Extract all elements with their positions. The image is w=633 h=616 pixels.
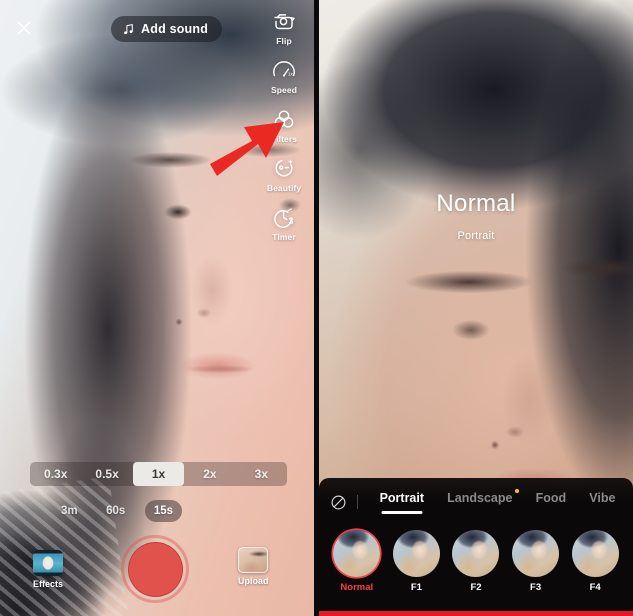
duration-option-15s[interactable]: 15s: [144, 499, 182, 522]
svg-text:1x: 1x: [288, 72, 294, 77]
effects-label: Effects: [33, 579, 64, 589]
upload-label: Upload: [238, 576, 269, 586]
effects-button[interactable]: Effects: [33, 550, 63, 589]
upload-thumbnail-icon: [238, 547, 269, 573]
rail-label-beautify: Beautify: [266, 183, 302, 193]
three-circles-filter-icon: [274, 110, 294, 128]
music-note-icon: [124, 23, 133, 34]
rail-item-beautify[interactable]: Beautify: [260, 155, 308, 193]
filter-thumbnail-f3: [512, 530, 560, 577]
tab-food-label: Food: [535, 490, 567, 505]
rail-label-speed: Speed: [270, 85, 297, 95]
svg-text:3: 3: [289, 216, 294, 226]
speedometer-icon: 1x: [273, 61, 295, 77]
rail-item-speed[interactable]: 1x Speed: [260, 57, 308, 95]
timer-3-icon: 3: [274, 208, 294, 228]
current-filter-category: Portrait: [457, 230, 495, 242]
filter-item-f4[interactable]: F4: [570, 530, 620, 593]
tab-portrait-label: Portrait: [379, 490, 425, 505]
duration-option-60s[interactable]: 60s: [97, 500, 134, 522]
zoom-option-3x[interactable]: 3x: [236, 462, 287, 486]
add-sound-button[interactable]: Add sound: [111, 16, 223, 42]
tab-landscape-label: Landscape: [447, 490, 513, 505]
beautify-face-icon: [275, 159, 293, 177]
filter-label-f2: F2: [470, 582, 482, 593]
zoom-level-selector[interactable]: 0.3x 0.5x 1x 2x 3x: [30, 462, 287, 486]
camera-capture-screen: Add sound Flip 1x Speed Filters Beautify…: [0, 0, 314, 616]
filter-category-tabs: Portrait Landscape Food Vibe: [319, 484, 633, 520]
filter-thumbnail-f1: [392, 530, 440, 577]
rail-item-timer[interactable]: 3 Timer: [260, 204, 308, 242]
filter-thumbnail-list: Normal F1 F2 F3 F4: [319, 530, 633, 608]
filter-item-f1[interactable]: F1: [391, 530, 441, 593]
filter-panel: Portrait Landscape Food Vibe Normal F1 F…: [319, 478, 633, 616]
zoom-option-0.3x[interactable]: 0.3x: [30, 462, 81, 486]
filter-label-f3: F3: [530, 582, 542, 593]
filter-picker-screen: Normal Portrait Portrait Landscape Food …: [319, 0, 633, 616]
record-button-core: [127, 541, 183, 597]
filter-thumbnail-f2: [452, 530, 500, 577]
zoom-option-0.5x[interactable]: 0.5x: [81, 462, 132, 486]
duration-selector[interactable]: 3m 60s 15s: [52, 497, 182, 524]
filter-thumbnail-normal: [333, 530, 381, 577]
rail-item-flip[interactable]: Flip: [260, 8, 308, 46]
filter-item-f2[interactable]: F2: [451, 530, 501, 593]
effects-thumbnail-icon: [33, 550, 63, 576]
filter-label-normal: Normal: [340, 582, 374, 593]
zoom-option-1x[interactable]: 1x: [132, 462, 185, 486]
annotation-bottom-bar: [319, 611, 633, 616]
filter-item-normal[interactable]: Normal: [332, 530, 382, 593]
tab-food[interactable]: Food: [536, 491, 567, 514]
tab-portrait[interactable]: Portrait: [380, 491, 424, 514]
camera-flip-icon: [274, 14, 295, 30]
screenshot-root: Add sound Flip 1x Speed Filters Beautify…: [0, 0, 633, 616]
filter-item-f3[interactable]: F3: [511, 530, 561, 593]
filter-label-f1: F1: [410, 582, 422, 593]
duration-option-3m[interactable]: 3m: [52, 500, 87, 522]
rail-label-filters: Filters: [270, 134, 298, 144]
add-sound-label: Add sound: [141, 22, 209, 36]
tab-landscape[interactable]: Landscape: [447, 488, 520, 514]
close-icon[interactable]: [10, 14, 38, 42]
tab-landscape-badge-dot: [514, 488, 520, 493]
no-filter-icon[interactable]: [319, 494, 357, 511]
record-button[interactable]: [121, 535, 189, 603]
rail-item-filters[interactable]: Filters: [260, 106, 308, 144]
tab-vibe-label: Vibe: [589, 490, 616, 505]
rail-label-flip: Flip: [276, 36, 292, 46]
current-filter-name: Normal: [436, 190, 516, 217]
rail-label-timer: Timer: [272, 232, 296, 242]
filter-thumbnail-f4: [571, 530, 619, 577]
upload-button[interactable]: Upload: [238, 547, 269, 586]
filter-label-f4: F4: [589, 582, 601, 593]
camera-tools-rail: Flip 1x Speed Filters Beautify 3 Timer: [260, 8, 308, 253]
zoom-option-2x[interactable]: 2x: [184, 462, 235, 486]
tab-vibe[interactable]: Vibe: [589, 491, 615, 514]
